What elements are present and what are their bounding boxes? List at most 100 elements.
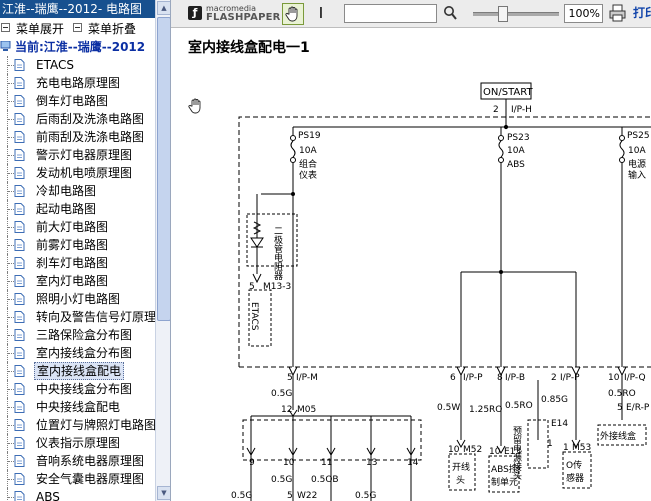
fuse-3-amp: 10A (628, 146, 646, 156)
conn-6-name: E/R-P (626, 403, 650, 413)
tree-item[interactable]: 中央接线盒配电 (0, 398, 154, 416)
scroll-up-icon[interactable]: ▲ (157, 1, 170, 15)
document-icon (14, 167, 25, 179)
page-title: 室内接线盒配电一1 (188, 40, 310, 56)
tree-item[interactable]: 前大灯电路图 (0, 218, 154, 236)
fuse-1-desc1: 组合 (299, 158, 317, 170)
module-1-pin: 10 (448, 445, 460, 455)
tree-item-label: 仪表指示原理图 (36, 436, 121, 450)
zoom-slider-thumb[interactable] (498, 6, 508, 22)
module-2-conn: E13 (504, 447, 521, 457)
pin-9: 9 (249, 458, 255, 468)
document-icon (14, 275, 25, 287)
conn-4-name: I/P-P (560, 373, 580, 383)
tree-item-label: 倒车灯电路图 (36, 94, 109, 108)
module-3-pin: 1 (563, 443, 569, 453)
text-select-button[interactable]: I (315, 4, 327, 22)
collapse-all-button[interactable]: 菜单折叠 (73, 21, 136, 37)
bottom-wire-2: 0.5G (271, 475, 292, 485)
document-viewer: ƒ macromedia FLASHPAPER I 100% 打印 室内接线盒配… (171, 0, 651, 501)
tree-item-label: 室内灯电路图 (36, 274, 109, 288)
tree-item[interactable]: 安全气囊电器原理图 (0, 470, 154, 488)
module-3-text2: 感器 (566, 472, 584, 484)
fuse-3-desc1: 电源 (628, 158, 646, 170)
search-input[interactable] (344, 4, 437, 23)
fuse-2-amp: 10A (507, 146, 525, 156)
conn-2-name: I/P-P (463, 373, 483, 383)
tree-item[interactable]: 室内接线盒配电 (0, 362, 154, 380)
wiring-diagram: ON/START 2 I/P-H PS19 10A 组合 仪表 PS23 10A… (231, 82, 651, 501)
tree-item[interactable]: 中央接线盒分布图 (0, 380, 154, 398)
current-path[interactable]: 当前:江淮--瑞鹰--2012 (0, 39, 145, 55)
current-path-label: 当前:江淮--瑞鹰--2012 (15, 40, 146, 54)
document-icon (14, 473, 25, 485)
document-icon (14, 419, 25, 431)
document-icon (14, 221, 25, 233)
expand-all-button[interactable]: 菜单展开 (1, 21, 64, 37)
document-icon (14, 113, 25, 125)
bottom-wire-4: 0.5G (355, 491, 376, 501)
tree-item[interactable]: 音响系统电器原理图 (0, 452, 154, 470)
tree-item[interactable]: 刹车灯电路图 (0, 254, 154, 272)
tree-item-label: 前大灯电路图 (36, 220, 109, 234)
wire-1: 0.5G (271, 389, 292, 399)
tree-item[interactable]: 三路保险盒分布图 (0, 326, 154, 344)
tree-item[interactable]: ETACS (0, 56, 154, 74)
document-icon (14, 131, 25, 143)
zoom-slider-track[interactable] (473, 12, 559, 16)
fuse-2-id: PS23 (507, 133, 530, 143)
tree-item[interactable]: 照明小灯电路图 (0, 290, 154, 308)
module-1-text1: 开线 (452, 461, 470, 473)
scroll-thumb[interactable] (157, 17, 170, 321)
tree-item[interactable]: ABS (0, 488, 154, 501)
document-icon (14, 293, 25, 305)
document-icon (14, 95, 25, 107)
scroll-down-icon[interactable]: ▼ (157, 486, 170, 500)
conn-4-pin: 2 (551, 373, 557, 383)
hand-tool-button[interactable] (282, 3, 304, 25)
tree-item[interactable]: 仪表指示原理图 (0, 434, 154, 452)
etacs-connector: M13-3 (263, 282, 291, 292)
document-icon (14, 239, 25, 251)
tree-item[interactable]: 位置灯与牌照灯电路图 (0, 416, 156, 434)
tree-item-label: 警示灯电器原理图 (36, 148, 133, 162)
flashpaper-logo: ƒ macromedia FLASHPAPER (188, 4, 280, 23)
document-icon (14, 149, 25, 161)
tree-item[interactable]: 起动电路图 (0, 200, 154, 218)
document-icon (14, 203, 25, 215)
conn-2-pin: 6 (450, 373, 456, 383)
conn-1-name: I/P-M (296, 373, 318, 383)
tree-item[interactable]: 室内灯电路图 (0, 272, 154, 290)
conn-5-pin: 10 (608, 373, 620, 383)
printer-icon[interactable] (609, 4, 626, 22)
zoom-level[interactable]: 100% (564, 4, 603, 23)
tree-item[interactable]: 警示灯电器原理图 (0, 146, 154, 164)
module-3-conn: M53 (572, 443, 591, 453)
diode-label: 二极管电阻器 (272, 226, 283, 280)
module-2-pin: 10 (489, 447, 501, 457)
tree-item-label: 后雨刮及洗涤电路图 (36, 112, 145, 126)
tree-item-label: 冷却电路图 (36, 184, 97, 198)
tree-item[interactable]: 前雾灯电路图 (0, 236, 154, 254)
collapse-all-label: 菜单折叠 (88, 22, 137, 36)
fuse-1-desc2: 仪表 (299, 169, 317, 181)
tree-item[interactable]: 冷却电路图 (0, 182, 154, 200)
tree-item[interactable]: 转向及警告信号灯原理 (0, 308, 156, 326)
expand-all-label: 菜单展开 (16, 22, 65, 36)
tree-item[interactable]: 前雨刮及洗涤电路图 (0, 128, 154, 146)
tree-item[interactable]: 充电电路原理图 (0, 74, 154, 92)
print-button[interactable]: 打印 (633, 5, 651, 21)
tree-item[interactable]: 倒车灯电路图 (0, 92, 154, 110)
tree-item[interactable]: 后雨刮及洗涤电路图 (0, 110, 154, 128)
tree-item-label: 中央接线盒配电 (36, 400, 121, 414)
wire-5: 0.85G (541, 395, 568, 405)
tree-scrollbar[interactable]: ▲ ▼ (155, 0, 170, 501)
tree-item[interactable]: 发动机电喷原理图 (0, 164, 154, 182)
document-icon (14, 365, 25, 377)
tree-item[interactable]: 室内接线盒分布图 (0, 344, 154, 362)
fuse-3-desc2: 输入 (628, 169, 646, 181)
document-icon (14, 257, 25, 269)
document-icon (14, 455, 25, 467)
document-icon (14, 185, 25, 197)
search-icon[interactable] (443, 5, 457, 21)
